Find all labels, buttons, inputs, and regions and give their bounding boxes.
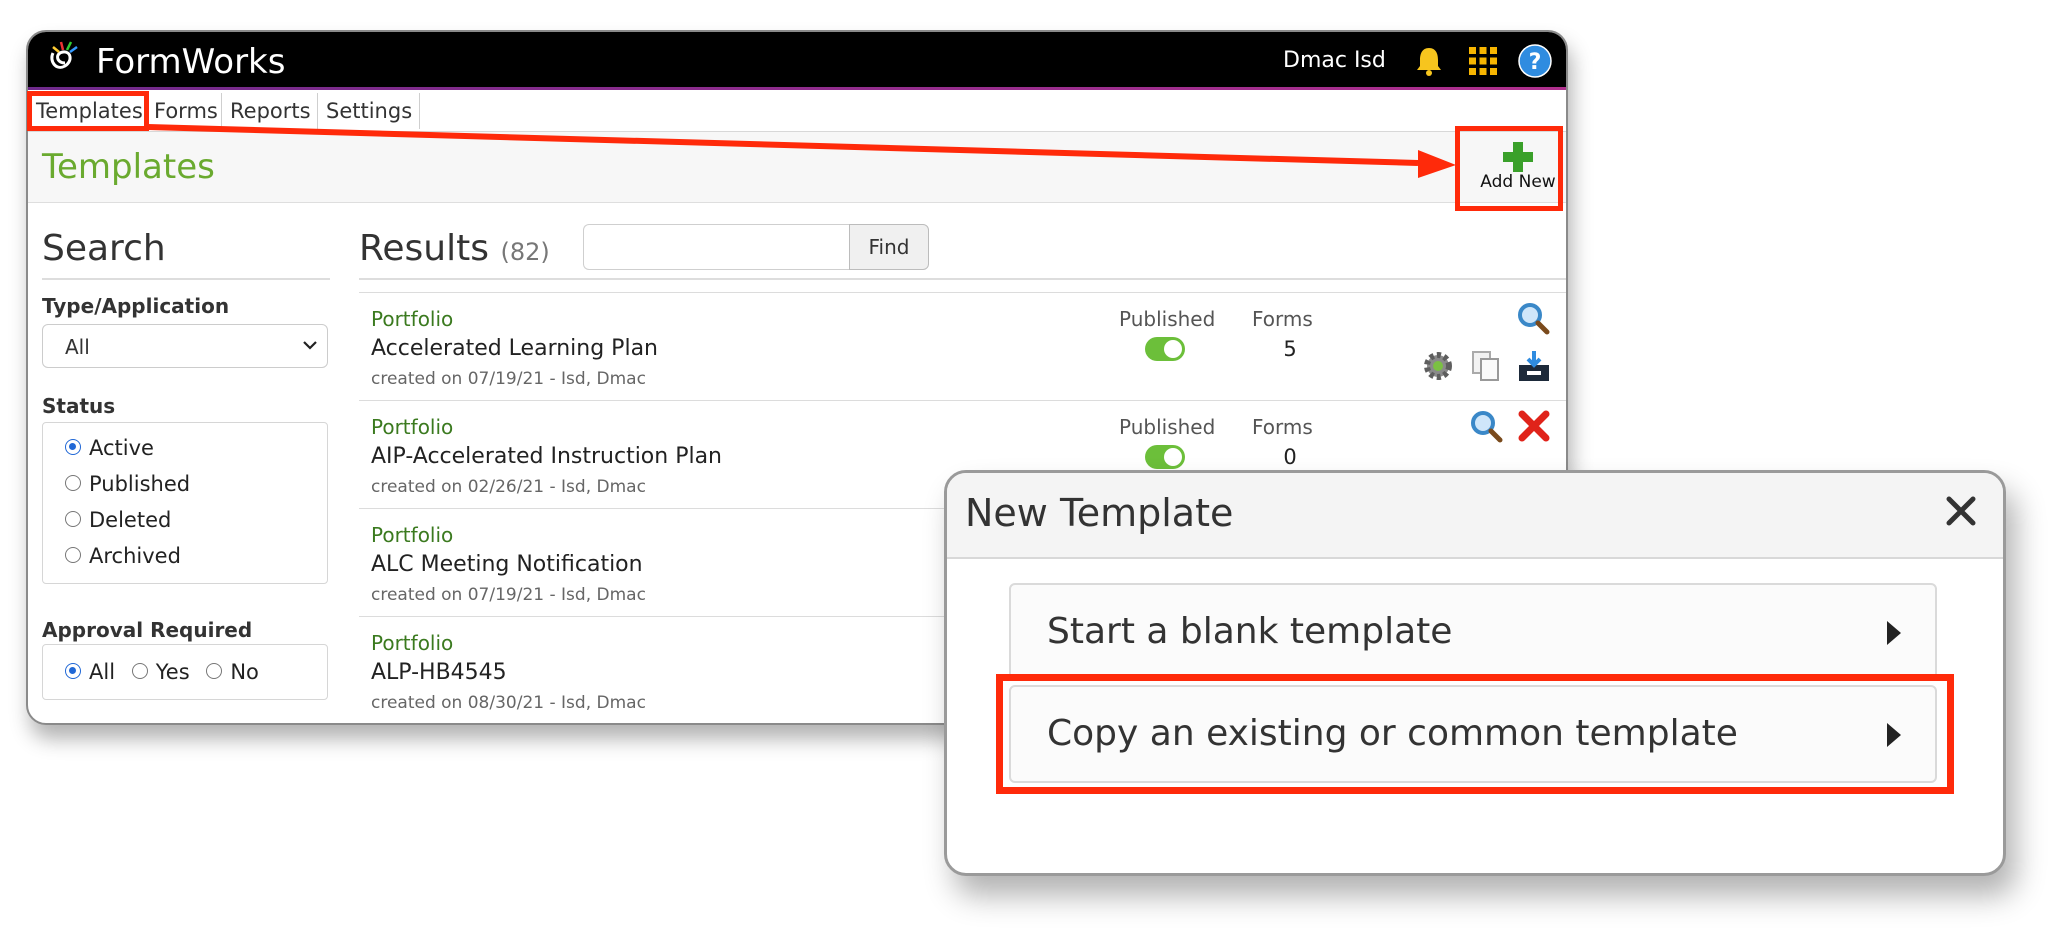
- type-application-value: All: [65, 335, 90, 359]
- radio-no[interactable]: [206, 663, 223, 679]
- tab-reports[interactable]: Reports: [222, 93, 318, 129]
- divider: [359, 278, 1566, 280]
- status-label: Status: [42, 394, 116, 418]
- radio-archived[interactable]: [65, 547, 81, 563]
- highlight-templates-tab: [27, 91, 149, 131]
- search-heading: Search: [42, 228, 166, 269]
- radio-all[interactable]: [65, 663, 81, 679]
- status-option-label: Deleted: [89, 508, 172, 532]
- chevron-right-icon: [1887, 621, 1901, 645]
- top-bar: FormWorks Dmac Isd ?: [28, 32, 1566, 90]
- approval-option-all[interactable]: All: [65, 660, 115, 684]
- radio-deleted[interactable]: [65, 511, 81, 527]
- user-menu[interactable]: Dmac Isd: [1283, 48, 1386, 73]
- approval-option-no[interactable]: No: [206, 660, 259, 684]
- help-icon[interactable]: ?: [1518, 44, 1552, 78]
- export-icon[interactable]: [1517, 349, 1551, 383]
- row-created: created on 08/30/21 - Isd, Dmac: [371, 693, 646, 713]
- svg-text:?: ?: [1529, 50, 1542, 75]
- logo-icon: [50, 41, 78, 69]
- row-created: created on 02/26/21 - Isd, Dmac: [371, 477, 646, 497]
- status-option-active[interactable]: Active: [65, 433, 154, 463]
- results-heading: Results (82): [359, 228, 550, 269]
- status-option-published[interactable]: Published: [65, 469, 190, 499]
- published-toggle[interactable]: [1145, 445, 1185, 469]
- tab-forms[interactable]: Forms: [146, 93, 222, 129]
- bell-icon[interactable]: [1412, 44, 1446, 78]
- highlight-copy-option: [996, 674, 1954, 794]
- type-application-label: Type/Application: [42, 294, 230, 318]
- row-name: Accelerated Learning Plan: [371, 336, 658, 361]
- delete-icon[interactable]: [1517, 409, 1551, 443]
- approval-option-label: Yes: [155, 660, 190, 684]
- close-icon[interactable]: [1941, 491, 1981, 531]
- find-button[interactable]: Find: [849, 224, 929, 270]
- search-icon[interactable]: [1516, 301, 1550, 335]
- results-count: (82): [500, 238, 550, 266]
- forms-count: 5: [1283, 337, 1297, 361]
- row-name: AIP-Accelerated Instruction Plan: [371, 444, 723, 469]
- page-title: Templates: [42, 147, 215, 187]
- app-title: FormWorks: [96, 42, 286, 82]
- status-option-archived[interactable]: Archived: [65, 541, 181, 571]
- row-created: created on 07/19/21 - Isd, Dmac: [371, 369, 646, 389]
- approval-option-yes[interactable]: Yes: [131, 660, 190, 684]
- radio-published[interactable]: [65, 475, 81, 491]
- approval-radio-group: All Yes No: [42, 644, 328, 700]
- row-name: ALP-HB4545: [371, 660, 507, 685]
- approval-option-label: No: [230, 660, 259, 684]
- radio-yes[interactable]: [131, 663, 148, 679]
- chevron-down-icon: [303, 341, 317, 350]
- forms-count: 0: [1283, 445, 1297, 469]
- gear-icon[interactable]: [1421, 349, 1455, 383]
- type-application-select[interactable]: All: [42, 324, 328, 368]
- start-blank-template-option[interactable]: Start a blank template: [1009, 583, 1937, 681]
- row-type: Portfolio: [371, 415, 454, 439]
- approval-option-label: All: [89, 660, 116, 684]
- apps-grid-icon[interactable]: [1468, 46, 1498, 76]
- highlight-add-new: [1455, 126, 1563, 211]
- approval-options: All Yes No: [65, 657, 259, 687]
- published-label: Published: [1119, 415, 1216, 439]
- status-radio-group: Active Published Deleted Archived: [42, 422, 328, 584]
- copy-icon[interactable]: [1469, 349, 1503, 383]
- status-option-label: Published: [89, 472, 191, 496]
- status-option-label: Archived: [89, 544, 181, 568]
- search-icon[interactable]: [1469, 409, 1503, 443]
- dialog-title: New Template: [965, 491, 1234, 535]
- tab-settings[interactable]: Settings: [318, 93, 420, 129]
- approval-required-label: Approval Required: [42, 618, 253, 642]
- results-title: Results: [359, 228, 489, 269]
- new-template-dialog: New Template Start a blank template Copy…: [944, 470, 2006, 876]
- divider: [42, 278, 330, 280]
- table-row[interactable]: Portfolio Accelerated Learning Plan crea…: [359, 292, 1566, 401]
- row-name: ALC Meeting Notification: [371, 552, 643, 577]
- row-type: Portfolio: [371, 307, 454, 331]
- published-label: Published: [1119, 307, 1216, 331]
- page-header: Templates Add New: [28, 132, 1566, 203]
- row-type: Portfolio: [371, 631, 454, 655]
- forms-label: Forms: [1252, 415, 1313, 439]
- published-toggle[interactable]: [1145, 337, 1185, 361]
- find-input[interactable]: [583, 224, 849, 270]
- status-option-deleted[interactable]: Deleted: [65, 505, 171, 535]
- nav-tabs: Templates Forms Reports Settings: [28, 93, 1566, 132]
- option-label: Start a blank template: [1047, 611, 1453, 652]
- status-option-label: Active: [89, 436, 154, 460]
- dialog-header: New Template: [947, 473, 2003, 559]
- row-created: created on 07/19/21 - Isd, Dmac: [371, 585, 646, 605]
- radio-active[interactable]: [65, 439, 81, 455]
- forms-label: Forms: [1252, 307, 1313, 331]
- row-type: Portfolio: [371, 523, 454, 547]
